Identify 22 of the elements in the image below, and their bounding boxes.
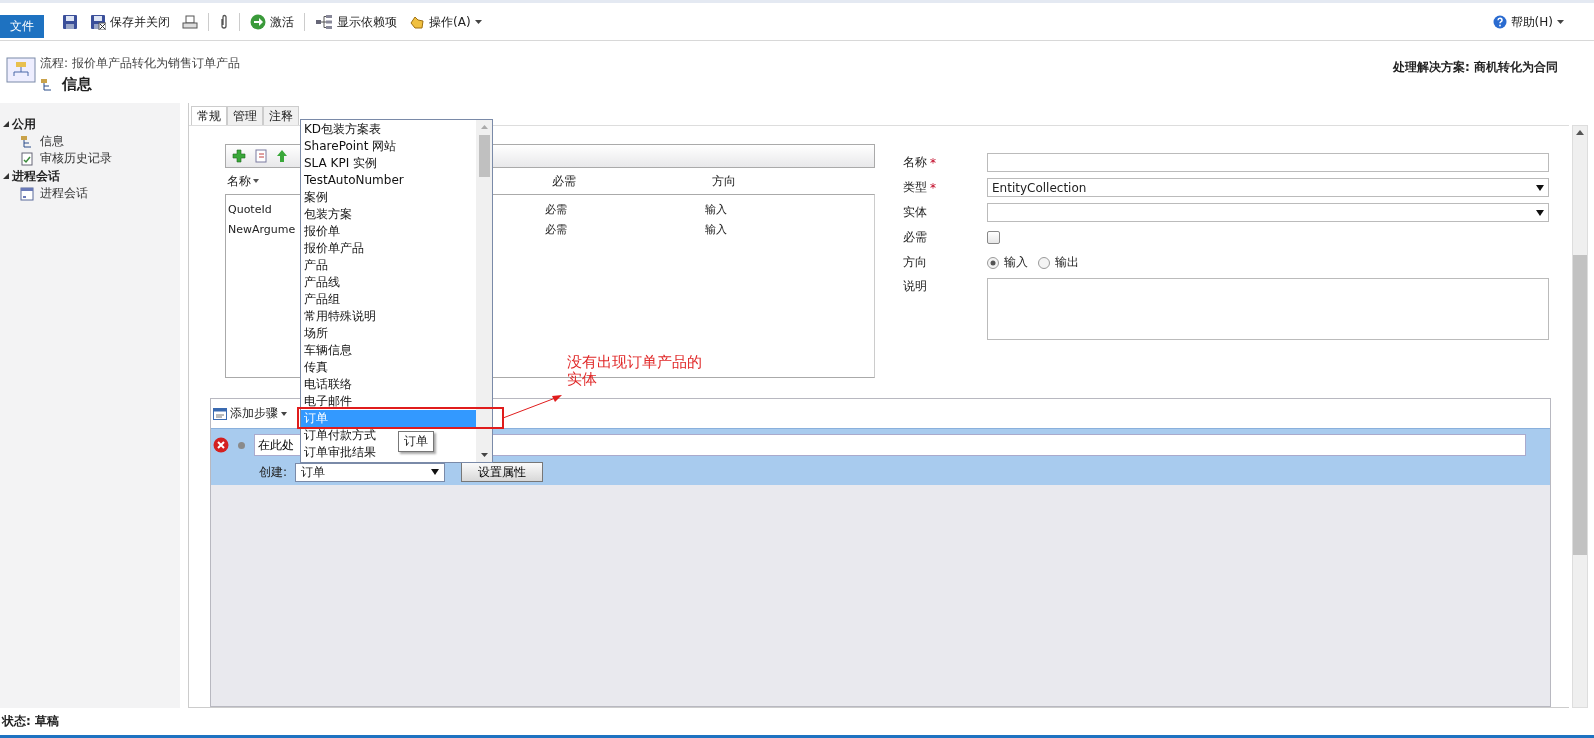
field-label: 创建: [259,463,288,481]
field-label: 说明 [903,278,927,295]
table-cell: NewArgume [228,222,296,236]
required-mark: * [930,155,936,170]
process-name: 流程: 报价单产品转化为销售订单产品 [40,55,241,72]
table-cell: 输入 [705,201,727,217]
field-label: 类型 [903,179,927,196]
required-mark: * [930,180,936,195]
record-title: 信息 [62,75,92,94]
annotation-text: 实体 [567,371,598,388]
field-label: 名称 [903,154,927,171]
table-cell: QuoteId [228,202,272,216]
field-label: 方向 [903,254,927,271]
field-label: 必需 [903,229,927,246]
tooltip: 订单 [398,431,434,452]
table-cell: 输入 [705,221,727,237]
solution-label: 处理解决方案: 商机转化为合同 [1393,59,1558,76]
status-text: 状态: 草稿 [2,713,59,730]
annotation-text: 没有出现订单产品的 [567,354,702,371]
table-cell: 必需 [545,221,567,237]
field-label: 实体 [903,204,927,221]
table-cell: 必需 [545,201,567,217]
